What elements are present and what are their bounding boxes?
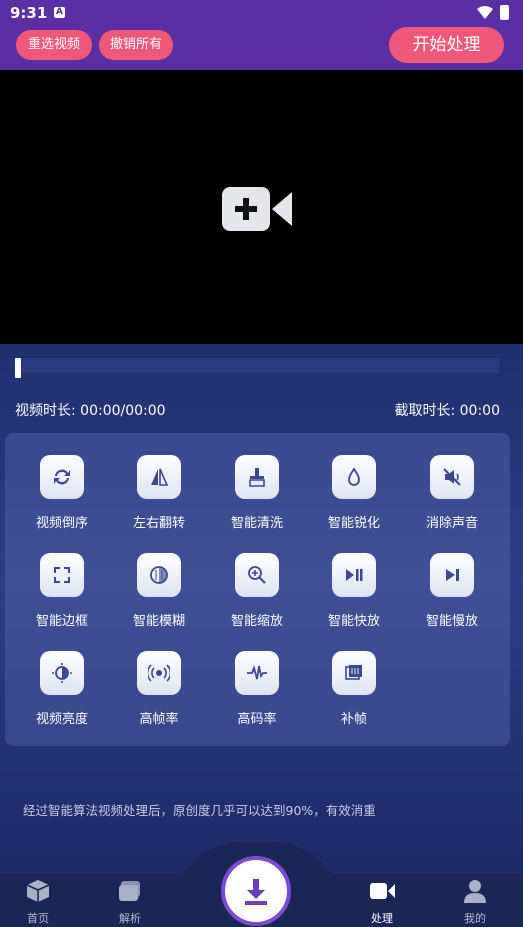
tab-label: 我的 [464, 912, 486, 925]
tools-panel: 视频倒序 左右翻转 智能清洗 智能锐化 消除声音 智能边框 智能模糊 智能缩放 … [5, 433, 510, 746]
broom-icon [235, 455, 279, 499]
tool-flip[interactable]: 左右翻转 [110, 455, 208, 531]
tool-high-bitrate[interactable]: 高码率 [208, 651, 306, 727]
fast-play-icon [332, 553, 376, 597]
drop-icon [332, 455, 376, 499]
video-camera-icon [370, 883, 395, 899]
top-bar: 重选视频 撤销所有 开始处理 [0, 26, 523, 70]
cards-icon [119, 881, 140, 901]
tool-label: 智能慢放 [425, 614, 478, 629]
status-bar: 9:31 A [0, 0, 523, 26]
undo-all-button[interactable]: 撤销所有 [99, 30, 173, 60]
frame-icon [40, 553, 84, 597]
status-time: 9:31 [10, 4, 48, 22]
tool-label: 左右翻转 [132, 516, 185, 531]
reverse-icon [40, 455, 84, 499]
tool-label: 智能快放 [327, 614, 380, 629]
video-preview[interactable] [0, 70, 523, 344]
broadcast-icon [137, 651, 181, 695]
slow-play-icon [430, 553, 474, 597]
tool-label: 智能边框 [35, 614, 88, 629]
add-video-icon[interactable] [222, 186, 292, 232]
zoom-icon [235, 553, 279, 597]
tab-mine[interactable]: 我的 [445, 878, 505, 926]
tool-label: 智能模糊 [132, 614, 185, 629]
tool-brightness[interactable]: 视频亮度 [13, 651, 111, 727]
tool-slow-play[interactable]: 智能慢放 [403, 553, 501, 629]
tab-label: 首页 [27, 912, 49, 925]
flip-icon [137, 455, 181, 499]
timeline-handle[interactable] [15, 358, 21, 378]
start-process-button[interactable]: 开始处理 [389, 27, 504, 63]
tab-parse[interactable]: 解析 [100, 878, 160, 926]
notification-icon: A [54, 7, 65, 18]
tool-reverse[interactable]: 视频倒序 [13, 455, 111, 531]
waveform-icon [235, 651, 279, 695]
tool-sharpen[interactable]: 智能锐化 [305, 455, 403, 531]
tool-label: 智能清洗 [230, 516, 283, 531]
timeline-track[interactable] [14, 358, 499, 378]
person-icon [464, 880, 486, 903]
cut-duration-label: 截取时长: 00:00 [394, 403, 500, 419]
wifi-icon [477, 6, 493, 19]
tool-label: 消除声音 [425, 516, 478, 531]
tool-zoom[interactable]: 智能缩放 [208, 553, 306, 629]
tool-label: 智能锐化 [327, 516, 380, 531]
cube-icon [26, 880, 50, 902]
reselect-video-button[interactable]: 重选视频 [16, 30, 92, 60]
tool-mute[interactable]: 消除声音 [403, 455, 501, 531]
film-icon [332, 651, 376, 695]
brightness-icon [40, 651, 84, 695]
tool-frame-interp[interactable]: 补帧 [305, 651, 403, 727]
tab-label: 处理 [371, 912, 393, 925]
blur-icon [137, 553, 181, 597]
tool-label: 智能缩放 [230, 614, 283, 629]
tool-label: 视频亮度 [35, 712, 88, 727]
tool-label: 视频倒序 [35, 516, 88, 531]
tool-high-fps[interactable]: 高帧率 [110, 651, 208, 727]
tool-blur[interactable]: 智能模糊 [110, 553, 208, 629]
tool-label: 补帧 [340, 712, 367, 727]
tool-fast-play[interactable]: 智能快放 [305, 553, 403, 629]
mute-icon [430, 455, 474, 499]
download-icon [245, 879, 267, 905]
tool-label: 高帧率 [139, 712, 179, 727]
tab-label: 解析 [119, 912, 141, 925]
tool-label: 高码率 [237, 712, 277, 727]
video-duration-label: 视频时长: 00:00/00:00 [15, 403, 166, 419]
tab-home[interactable]: 首页 [8, 878, 68, 926]
info-note: 经过智能算法视频处理后，原创度几乎可以达到90%，有效消重 [23, 803, 376, 818]
tool-clean[interactable]: 智能清洗 [208, 455, 306, 531]
download-button[interactable] [221, 856, 291, 926]
tab-process[interactable]: 处理 [352, 878, 412, 926]
tool-frame[interactable]: 智能边框 [13, 553, 111, 629]
battery-icon [500, 5, 509, 20]
